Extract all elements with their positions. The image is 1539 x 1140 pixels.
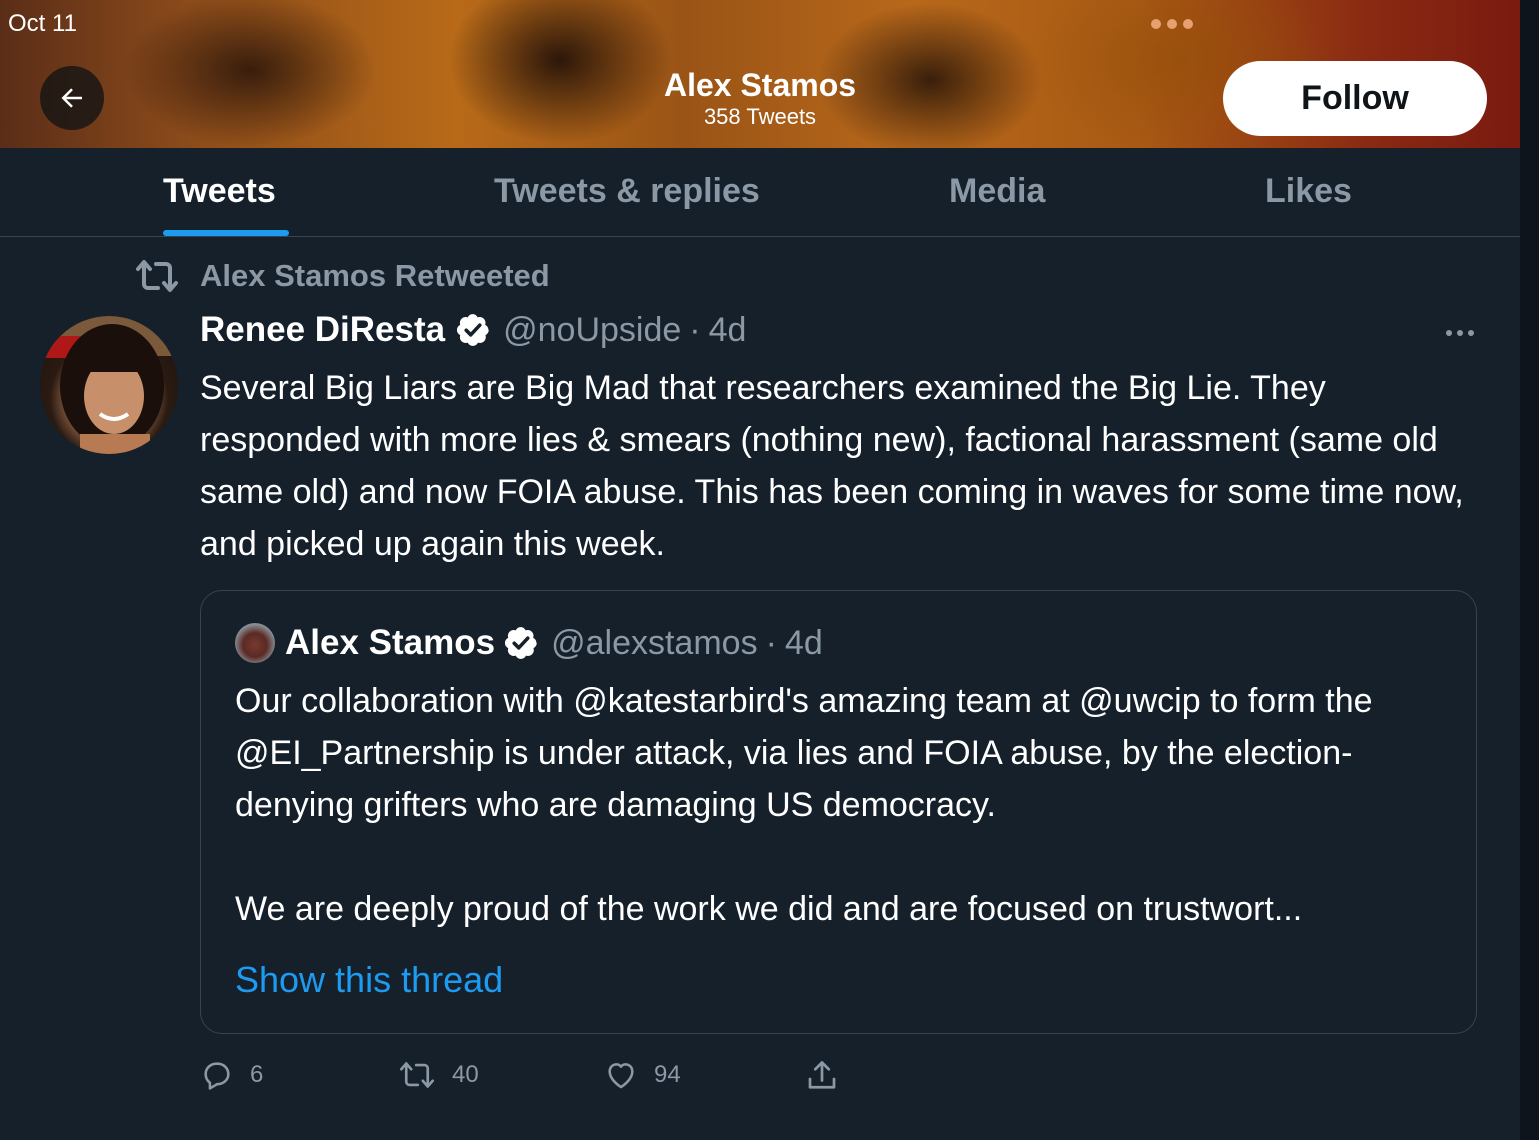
- like-count: 94: [654, 1061, 681, 1088]
- reply-count: 6: [250, 1061, 264, 1088]
- more-options-icon[interactable]: [1446, 330, 1474, 336]
- retweet-icon: [399, 1062, 435, 1088]
- multitasking-dots-icon[interactable]: [1151, 19, 1193, 29]
- tweet-count: 358 Tweets: [703, 104, 817, 129]
- tab-likes[interactable]: Likes: [1265, 172, 1352, 211]
- status-time: Oct 11: [8, 10, 77, 37]
- tweet-time[interactable]: 4d: [709, 311, 747, 350]
- header-title: Alex Stamos 358 Tweets: [560, 66, 960, 130]
- quoted-avatar: [235, 623, 275, 663]
- quoted-separator: ·: [765, 623, 777, 662]
- verified-badge-icon: [505, 627, 537, 659]
- quoted-text: Our collaboration with @katestarbird's a…: [235, 675, 1445, 935]
- quoted-paragraph-1: Our collaboration with @katestarbird's a…: [235, 682, 1373, 824]
- show-thread-link[interactable]: Show this thread: [235, 959, 503, 1001]
- quoted-paragraph-2: We are deeply proud of the work we did a…: [235, 890, 1303, 928]
- heart-icon: [608, 1063, 634, 1089]
- quoted-author-name: Alex Stamos: [285, 623, 496, 662]
- meta-separator: ·: [689, 310, 701, 349]
- share-icon: [808, 1061, 836, 1089]
- avatar-photo: [40, 316, 178, 454]
- reply-icon: [204, 1062, 230, 1090]
- share-button[interactable]: [804, 1058, 840, 1094]
- avatar[interactable]: [40, 316, 178, 454]
- reply-button[interactable]: 6: [200, 1058, 263, 1092]
- arrow-left-icon: [61, 88, 82, 108]
- follow-button[interactable]: Follow: [1223, 61, 1487, 136]
- author-handle[interactable]: @noUpside: [503, 311, 681, 350]
- quoted-time: 4d: [784, 623, 823, 662]
- profile-screen: Oct 11 Alex Stamos 358 Tweets Follow Twe…: [0, 0, 1539, 1140]
- quoted-handle: @alexstamos: [551, 623, 758, 662]
- retweet-button[interactable]: 40: [398, 1058, 479, 1092]
- tab-tweets[interactable]: Tweets: [163, 172, 276, 211]
- side-edge: [1520, 0, 1539, 1140]
- retweet-label[interactable]: Alex Stamos Retweeted: [200, 258, 550, 294]
- like-button[interactable]: 94: [604, 1058, 681, 1092]
- back-button[interactable]: [40, 66, 104, 130]
- retweet-context: Alex Stamos Retweeted: [134, 258, 550, 294]
- active-tab-indicator: [163, 230, 289, 236]
- tab-media[interactable]: Media: [949, 172, 1045, 211]
- retweet-icon: [136, 260, 178, 292]
- verified-badge-icon: [457, 314, 489, 346]
- profile-tabs: Tweets Tweets & replies Media Likes: [0, 148, 1520, 237]
- profile-name: Alex Stamos: [663, 67, 857, 103]
- tab-tweets-replies[interactable]: Tweets & replies: [494, 172, 760, 211]
- author-name[interactable]: Renee DiResta: [200, 310, 445, 350]
- tweet-text: Several Big Liars are Big Mad that resea…: [200, 369, 1464, 563]
- quoted-author-row: Alex Stamos @alexstamos · 4d: [235, 623, 823, 663]
- retweet-count: 40: [452, 1061, 479, 1088]
- quoted-tweet[interactable]: Alex Stamos @alexstamos · 4d Our collabo…: [200, 590, 1477, 1034]
- tweet-author-row: Renee DiResta @noUpside · 4d: [200, 310, 746, 350]
